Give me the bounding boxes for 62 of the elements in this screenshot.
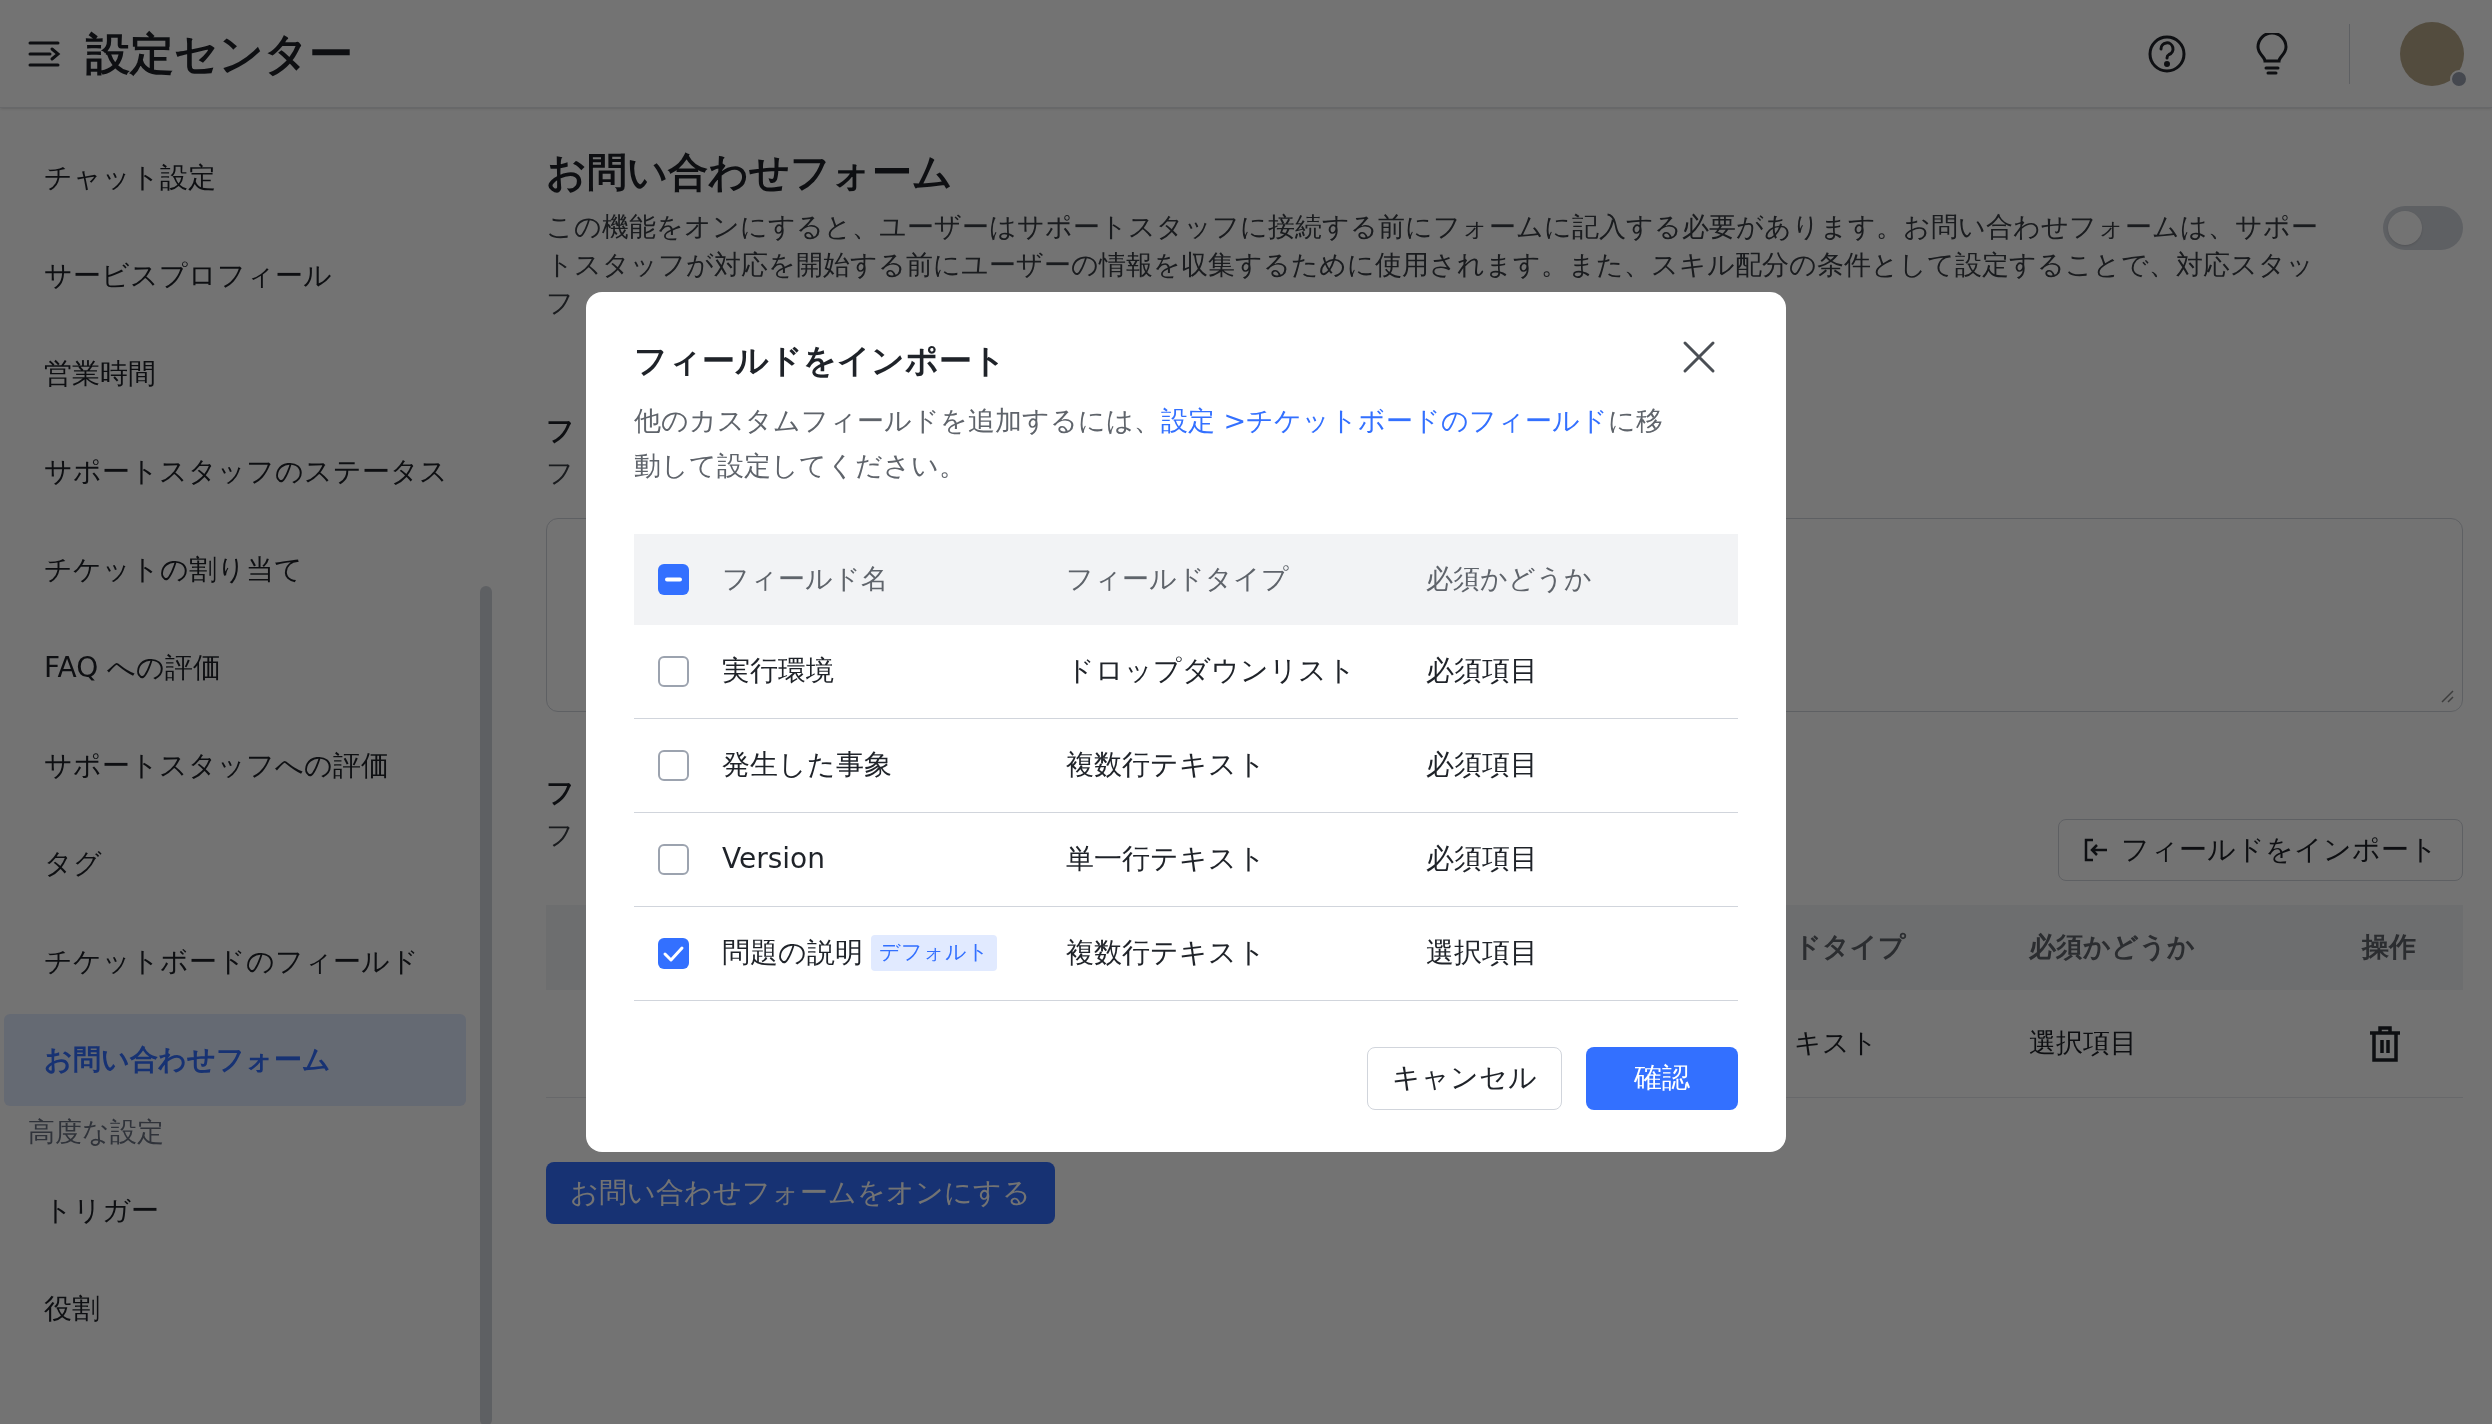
dialog-title: フィールドをインポート [634,340,1006,382]
section-subtitle: フ [546,819,574,850]
column-header: フィールド名 [722,562,888,594]
toggle-switch[interactable] [2383,206,2463,250]
column-header: フィールドタイプ [1066,562,1289,594]
dialog-description: 他のカスタムフィールドを追加するには、設定 >チケットボードのフィールド に移動して設定してください。 [634,403,1665,483]
sidebar-item[interactable]: サポートスタッフへの評価 [4,720,470,812]
sidebar-item[interactable]: サポートスタッフのステータス [4,426,470,518]
sidebar-item[interactable]: チャット設定 [4,132,470,224]
description-line: トスタッフが対応を開始する前にユーザーの情報を収集するために使用されます。また、スキル配分の条件として設定することで、対応スタッ [546,249,2314,280]
field-name: 発生した事象 [722,747,892,783]
enable-button[interactable]: お問い合わせフォームをオンにする [546,1162,1055,1224]
field-name: 実行環境 [722,653,834,689]
checkbox[interactable] [658,937,689,969]
section-label: 高度な設定 [27,1115,165,1149]
select-all-checkbox[interactable] [658,563,689,595]
settings-link[interactable]: 設定 >チケットボードのフィールド [1161,404,1609,436]
import-icon [2083,837,2109,863]
section-title: フ [546,414,575,447]
section-subtitle: フ [546,457,574,488]
table-cell: 単一行テキスト [1066,842,1266,875]
column-header: 操作 [2362,931,2416,963]
sidebar-item[interactable]: サービスプロフィール [4,230,470,322]
cancel-button[interactable]: キャンセル [1367,1046,1562,1110]
checkbox[interactable] [658,843,689,875]
sidebar-item[interactable]: お問い合わせフォーム [4,1014,466,1106]
table-cell: 選択項目 [1426,936,1538,969]
checkbox[interactable] [658,655,689,687]
description-line: フ [546,287,574,318]
table-cell: 必須項目 [1426,748,1538,781]
sidebar-item[interactable]: チケットボードのフィールド [4,916,470,1008]
column-header: 必須かどうか [1426,562,1592,594]
sidebar-item[interactable]: トリガー [4,1164,470,1257]
table-cell: ドロップダウンリスト [1066,654,1356,687]
field-name: Version [722,841,825,877]
resize-handle-icon [2440,689,2454,703]
table-cell: 必須項目 [1426,654,1538,687]
section-title: フ [546,776,575,809]
checkbox[interactable] [658,749,689,781]
sidebar-item[interactable]: タグ [4,818,470,910]
sidebar-item[interactable]: 営業時間 [4,328,470,420]
page-title: お問い合わせフォーム [546,148,954,196]
column-header: ドタイプ [1794,931,1906,963]
sidebar-item[interactable]: チケットの割り当て [4,524,470,616]
table-cell: 複数行テキスト [1066,748,1266,781]
field-name: 問題の説明 [722,935,863,971]
description-line: この機能をオンにすると、ユーザーはサポートスタッフに接続する前にフォームに記入する必要があります。お問い合わせフォームは、サポー [546,211,2318,242]
lightbulb-icon[interactable] [2255,32,2289,75]
column-header: 必須かどうか [2029,931,2195,963]
table-cell: 選択項目 [2029,1027,2137,1059]
table-cell: 必須項目 [1426,842,1538,875]
close-icon[interactable] [1682,340,1716,374]
help-icon[interactable] [2147,33,2187,74]
trash-icon[interactable] [2368,1024,2402,1063]
table-cell: キスト [1794,1027,1878,1059]
sidebar-item[interactable]: FAQ への評価 [4,622,470,714]
app-title: 設定センター [86,26,353,81]
import-button[interactable]: フィールドをインポート [2058,819,2463,881]
table-cell: 複数行テキスト [1066,936,1266,969]
sidebar-item[interactable]: 役割 [4,1262,470,1355]
default-tag: デフォルト [871,935,997,971]
confirm-button[interactable]: 確認 [1586,1046,1738,1110]
